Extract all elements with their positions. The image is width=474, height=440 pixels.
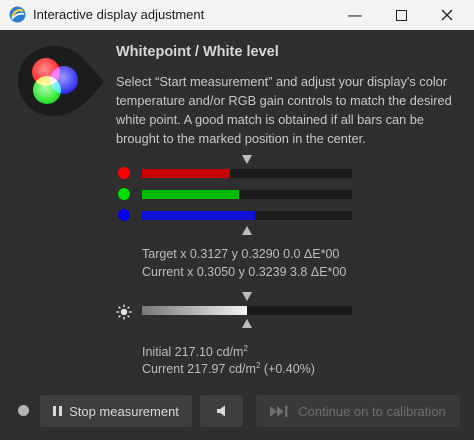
initial-luminance-exponent: 2 [243,344,248,353]
luminance-target-marker-bottom [242,319,252,328]
blue-channel-icon [118,209,130,221]
measurement-status-indicator [18,405,29,416]
app-icon [9,6,26,23]
green-channel-fill [142,190,239,199]
maximize-button[interactable] [378,0,424,30]
rgb-target-marker-top [242,155,252,164]
blue-channel-bar [142,211,352,220]
current-luminance-delta: (+0.40%) [260,362,315,377]
rgb-light-icon [18,46,104,116]
speaker-icon [216,405,225,417]
luminance-fill [142,306,247,315]
red-channel-icon [118,167,130,179]
pause-icon [53,406,63,416]
continue-to-calibration-label: Continue on to calibration [298,403,446,419]
title-bar: Interactive display adjustment — [0,0,474,30]
fast-forward-icon [270,405,288,417]
minimize-icon: — [347,6,363,24]
stop-measurement-button[interactable]: Stop measurement [40,395,192,427]
green-channel-bar [142,190,352,199]
target-readout: Target x 0.3127 y 0.3290 0.0 ΔE*00 [142,247,340,261]
green-channel-icon [118,188,130,200]
close-icon [441,9,453,21]
sun-icon [116,304,132,320]
rgb-target-marker-bottom [242,226,252,235]
current-luminance: Current 217.97 cd/m2 (+0.40%) [142,357,315,378]
current-readout: Current x 0.3050 y 0.3239 3.8 ΔE*00 [142,265,347,279]
blue-channel-fill [142,211,256,220]
window-title: Interactive display adjustment [33,7,205,22]
section-heading: Whitepoint / White level [116,44,279,60]
red-channel-bar [142,169,352,178]
close-button[interactable] [424,0,470,30]
luminance-bar [142,306,352,315]
instructions-text: Select “Start measurement” and adjust yo… [116,74,452,146]
minimize-button[interactable]: — [332,0,378,30]
maximize-icon [395,9,407,21]
stop-measurement-label: Stop measurement [69,403,179,419]
sound-toggle-button[interactable] [200,395,243,427]
red-channel-fill [142,169,231,178]
continue-to-calibration-button[interactable]: Continue on to calibration [256,395,460,427]
luminance-target-marker-top [242,292,252,301]
current-luminance-value: Current 217.97 cd/m [142,362,256,377]
